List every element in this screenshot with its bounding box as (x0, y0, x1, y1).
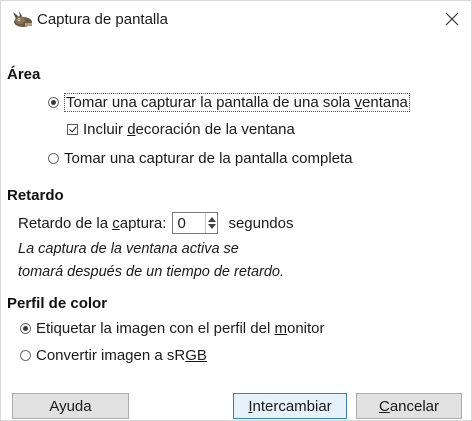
spin-up-icon[interactable] (207, 217, 216, 222)
radio-button-selected[interactable] (20, 323, 31, 334)
radio-convert-srgb[interactable]: Convertir imagen a sRGB (20, 347, 207, 364)
radio-convert-srgb-label: Convertir imagen a sRGB (36, 347, 207, 364)
color-profile-section-title: Perfil de color (7, 295, 108, 312)
radio-tag-monitor-profile-label: Etiquetar la imagen con el perfil del mo… (36, 320, 325, 337)
delay-spinbutton[interactable]: 0 (172, 212, 219, 234)
checkbox-checked[interactable] (67, 124, 78, 135)
area-section-title: Área (7, 66, 41, 83)
delay-section-title: Retardo (7, 187, 64, 204)
radio-single-window-label: Tomar una capturar la pantalla de una so… (64, 93, 410, 112)
delay-note-line2: tomará después de un tiempo de retardo. (18, 264, 284, 280)
delay-note-line1: La captura de la ventana activa se (18, 241, 239, 257)
spin-arrows[interactable] (205, 213, 217, 233)
cancel-button-label: Cancelar (378, 397, 440, 415)
checkbox-include-decoration-label: Incluir decoración de la ventana (83, 121, 295, 138)
cancel-button[interactable]: Cancelar (356, 393, 462, 419)
radio-tag-monitor-profile[interactable]: Etiquetar la imagen con el perfil del mo… (20, 320, 325, 337)
delay-unit: segundos (228, 214, 294, 232)
help-button[interactable]: Ayuda (12, 393, 129, 419)
radio-button-selected[interactable] (48, 97, 59, 108)
swap-button[interactable]: Intercambiar (233, 393, 347, 419)
radio-button-unselected[interactable] (48, 153, 59, 164)
delay-row: Retardo de la captura: 0 segundos (18, 212, 294, 234)
close-icon[interactable] (437, 5, 467, 33)
radio-button-unselected[interactable] (20, 350, 31, 361)
screenshot-dialog: Captura de pantalla Área Tomar una captu… (0, 0, 472, 421)
radio-single-window[interactable]: Tomar una capturar la pantalla de una so… (48, 93, 410, 112)
delay-value[interactable]: 0 (173, 215, 205, 232)
checkbox-include-decoration[interactable]: Incluir decoración de la ventana (67, 121, 295, 138)
radio-full-screen[interactable]: Tomar una capturar de la pantalla comple… (48, 150, 353, 167)
gimp-wilber-icon (11, 10, 33, 28)
window-title: Captura de pantalla (37, 11, 168, 28)
spin-down-icon[interactable] (207, 224, 216, 229)
swap-button-label: Intercambiar (248, 397, 332, 415)
title-bar[interactable]: Captura de pantalla (1, 1, 471, 39)
delay-label: Retardo de la captura: (18, 214, 167, 232)
radio-full-screen-label: Tomar una capturar de la pantalla comple… (64, 150, 353, 167)
